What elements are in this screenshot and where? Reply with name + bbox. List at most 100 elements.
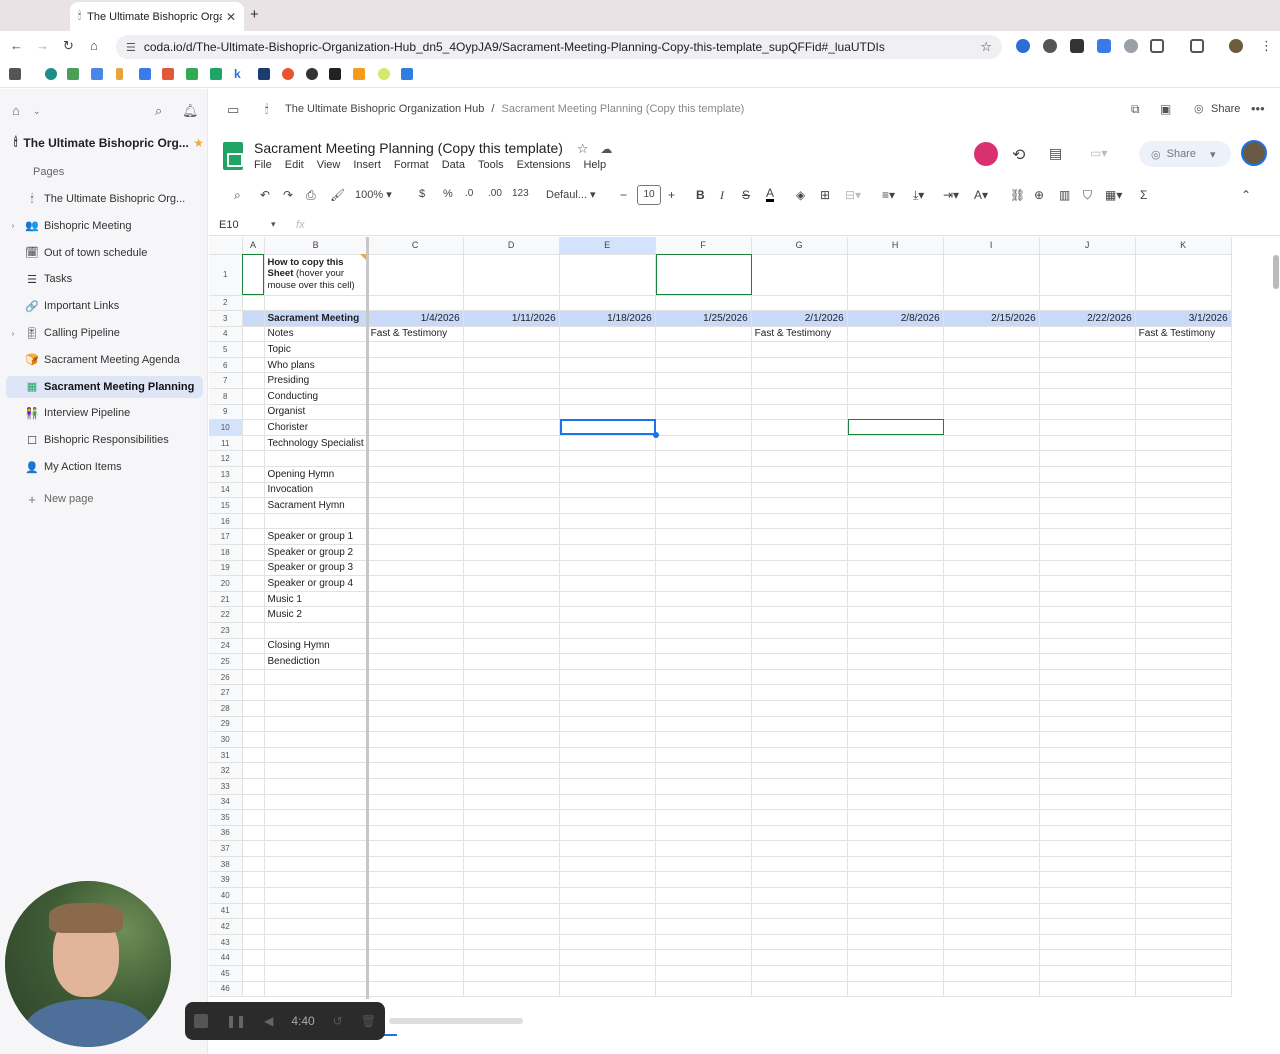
cell[interactable] xyxy=(559,934,656,951)
cell[interactable] xyxy=(943,404,1040,421)
cell[interactable] xyxy=(847,341,944,358)
cell[interactable] xyxy=(847,918,944,935)
sidebar-page-item[interactable]: › 👥 Bishopric Meeting xyxy=(6,215,203,237)
cell[interactable] xyxy=(847,622,944,639)
cell[interactable] xyxy=(751,513,848,530)
row-header[interactable]: 37 xyxy=(209,840,243,857)
cell[interactable] xyxy=(463,326,560,343)
menu-file[interactable]: File xyxy=(254,159,272,171)
cell[interactable] xyxy=(463,482,560,499)
cell[interactable] xyxy=(1135,404,1232,421)
cell[interactable] xyxy=(264,450,368,468)
column-header[interactable]: G xyxy=(751,237,848,255)
insert-link-icon[interactable]: ⛓︎ xyxy=(1010,188,1025,202)
cell[interactable] xyxy=(847,794,944,811)
cell[interactable] xyxy=(367,981,464,998)
cell[interactable] xyxy=(367,825,464,842)
stop-recording-icon[interactable] xyxy=(194,1014,208,1028)
row-label-cell[interactable]: Invocation xyxy=(264,482,368,499)
cell[interactable] xyxy=(655,326,752,343)
italic-button[interactable]: I xyxy=(720,188,724,203)
cell[interactable] xyxy=(242,341,265,358)
column-header[interactable]: B xyxy=(264,237,368,255)
bold-button[interactable]: B xyxy=(696,188,705,202)
cell[interactable] xyxy=(751,762,848,779)
cell[interactable] xyxy=(242,575,265,592)
cell[interactable] xyxy=(367,388,464,405)
row-label-cell[interactable]: Music 2 xyxy=(264,606,368,623)
date-header-cell[interactable]: 2/22/2026 xyxy=(1039,310,1136,327)
cell[interactable] xyxy=(943,560,1040,577)
cell[interactable] xyxy=(1039,856,1136,873)
cell[interactable] xyxy=(463,871,560,889)
cell[interactable] xyxy=(751,809,848,826)
cell[interactable] xyxy=(463,887,560,904)
cell[interactable] xyxy=(1135,918,1232,935)
extension-blue-icon[interactable] xyxy=(1097,39,1111,53)
cell[interactable] xyxy=(655,918,752,935)
cell[interactable] xyxy=(367,778,464,795)
cell[interactable] xyxy=(847,809,944,826)
cell[interactable] xyxy=(751,591,848,608)
extensions-puzzle-icon[interactable] xyxy=(1150,39,1164,53)
cell[interactable] xyxy=(559,638,656,655)
undo-icon[interactable]: ↶ xyxy=(260,188,270,202)
cell[interactable] xyxy=(559,341,656,358)
cell[interactable] xyxy=(264,762,368,779)
cell[interactable] xyxy=(1135,497,1232,514)
address-bar[interactable]: ☰ coda.io/d/The-Ultimate-Bishopric-Organ… xyxy=(116,35,1002,59)
row-header[interactable]: 21 xyxy=(209,591,243,608)
cell[interactable] xyxy=(943,949,1040,967)
fill-color-icon[interactable]: ◈ xyxy=(796,188,805,202)
cell[interactable] xyxy=(559,404,656,421)
date-header-cell[interactable]: 3/1/2026 xyxy=(1135,310,1232,327)
more-formats-button[interactable]: 123 xyxy=(512,188,529,199)
cell[interactable] xyxy=(242,388,265,405)
cell[interactable] xyxy=(751,419,848,436)
cell[interactable] xyxy=(655,903,752,920)
cell[interactable] xyxy=(847,513,944,530)
bookmark-icon[interactable] xyxy=(116,68,123,80)
row-header[interactable]: 23 xyxy=(209,622,243,639)
cell[interactable] xyxy=(1135,731,1232,748)
cell[interactable] xyxy=(1039,684,1136,701)
cell[interactable] xyxy=(751,871,848,889)
cell[interactable] xyxy=(1135,794,1232,811)
cell[interactable] xyxy=(463,513,560,530)
font-size-input[interactable]: 10 xyxy=(637,185,661,205)
row-header[interactable]: 42 xyxy=(209,918,243,935)
cell[interactable] xyxy=(559,560,656,577)
row-header[interactable]: 29 xyxy=(209,716,243,733)
cell[interactable] xyxy=(1039,435,1136,452)
cell[interactable] xyxy=(943,372,1040,390)
row-label-cell[interactable]: Speaker or group 1 xyxy=(264,528,368,545)
cell[interactable] xyxy=(463,840,560,857)
row-header[interactable]: 31 xyxy=(209,747,243,764)
cell[interactable] xyxy=(1135,295,1232,312)
account-avatar[interactable] xyxy=(1241,140,1267,166)
cell[interactable] xyxy=(1135,747,1232,764)
cell[interactable] xyxy=(463,544,560,561)
cell[interactable] xyxy=(655,653,752,670)
cell[interactable] xyxy=(559,653,656,670)
copy-instructions-cell[interactable]: How to copy this Sheet (hover your mouse… xyxy=(264,254,368,296)
cell[interactable] xyxy=(559,295,656,312)
cell[interactable] xyxy=(463,903,560,920)
cell[interactable] xyxy=(559,466,656,483)
cell[interactable] xyxy=(655,435,752,452)
cell[interactable] xyxy=(367,575,464,592)
cell[interactable] xyxy=(1039,372,1136,390)
cell[interactable] xyxy=(1039,840,1136,857)
browser-tab[interactable]: 🕯 The Ultimate Bishopric Organ ✕ xyxy=(70,2,244,31)
cell[interactable] xyxy=(751,575,848,592)
row-label-cell[interactable]: Benediction xyxy=(264,653,368,670)
row-header[interactable]: 1 xyxy=(209,254,243,296)
cell[interactable] xyxy=(1039,482,1136,499)
cell[interactable] xyxy=(943,357,1040,374)
restart-icon[interactable]: ↺ xyxy=(333,1014,343,1028)
mute-icon[interactable]: ◀ xyxy=(264,1014,273,1028)
cell[interactable] xyxy=(655,372,752,390)
row-header[interactable]: 22 xyxy=(209,606,243,623)
cell[interactable] xyxy=(847,295,944,312)
cell[interactable] xyxy=(655,809,752,826)
